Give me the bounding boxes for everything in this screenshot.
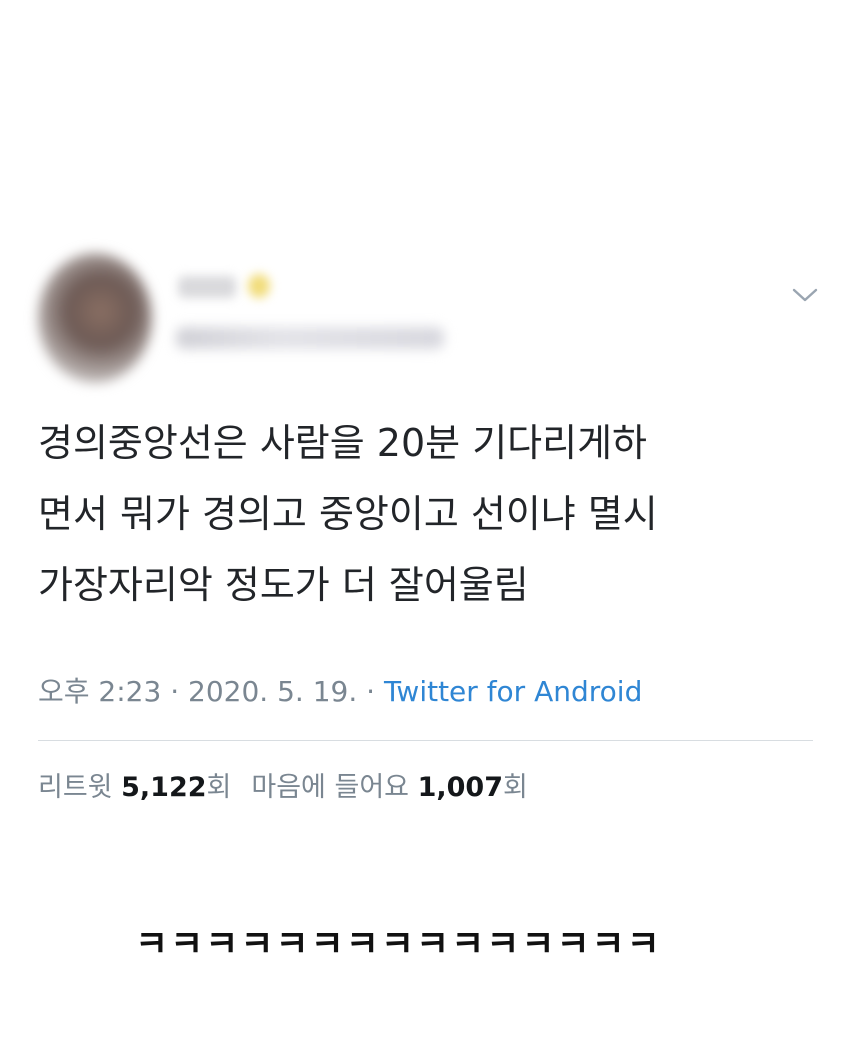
author-name-blurred[interactable] <box>178 276 236 298</box>
tweet-source-link[interactable]: Twitter for Android <box>384 675 642 708</box>
like-stat[interactable]: 마음에 들어요 1,007회 <box>251 772 527 803</box>
caption-laughter: ㅋㅋㅋㅋㅋㅋㅋㅋㅋㅋㅋㅋㅋㅋㅋ <box>135 924 662 965</box>
tweet-date[interactable]: 2020. 5. 19. <box>188 675 357 708</box>
chevron-down-icon[interactable] <box>790 283 820 307</box>
like-count: 1,007 <box>417 772 503 803</box>
author-handle-blurred[interactable] <box>176 327 444 349</box>
like-suffix: 회 <box>503 772 528 803</box>
divider <box>38 740 813 741</box>
tweet-text: 경의중앙선은 사람을 20분 기다리게하 면서 뭐가 경의고 중앙이고 선이냐 … <box>38 421 658 607</box>
retweet-suffix: 회 <box>206 772 232 803</box>
tweet-time[interactable]: 오후 2:23 <box>38 675 161 708</box>
tweet-stats: 리트윗 5,122회 마음에 들어요 1,007회 <box>38 768 528 808</box>
retweet-label: 리트윗 <box>38 772 113 803</box>
retweet-count: 5,122 <box>121 772 207 803</box>
retweet-stat[interactable]: 리트윗 5,122회 <box>38 772 231 803</box>
meta-separator: · <box>366 675 376 708</box>
meta-separator: · <box>170 675 180 708</box>
like-label: 마음에 들어요 <box>251 772 409 803</box>
avatar[interactable] <box>38 253 152 383</box>
tweet-metadata: 오후 2:23 · 2020. 5. 19. · Twitter for And… <box>38 672 642 712</box>
verified-icon <box>248 274 270 298</box>
